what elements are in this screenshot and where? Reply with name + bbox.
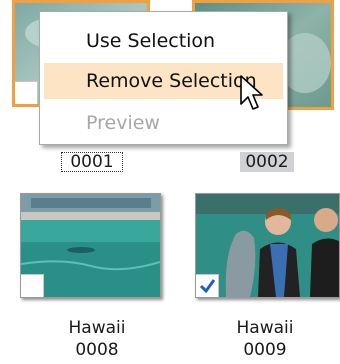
thumbnail-checkbox[interactable] — [196, 274, 219, 297]
menu-item-use-selection[interactable]: Use Selection — [44, 23, 283, 59]
thumbnail-number-0008: 0008 — [75, 340, 119, 360]
thumbnail-number-0002: 0002 — [240, 152, 294, 172]
mouse-cursor-icon — [240, 75, 263, 110]
thumbnail-0009[interactable] — [195, 193, 340, 298]
thumbnail-title-0009: Hawaii — [236, 318, 294, 338]
thumbnail-number-0001: 0001 — [61, 152, 123, 172]
thumbnail-number-0009: 0009 — [243, 340, 287, 360]
thumbnail-title-0008: Hawaii — [68, 318, 126, 338]
thumbnail-checkbox[interactable] — [21, 274, 44, 297]
checkmark-icon — [199, 279, 216, 294]
thumbnail-0008[interactable] — [20, 193, 161, 298]
thumbnail-checkbox[interactable] — [15, 81, 38, 104]
